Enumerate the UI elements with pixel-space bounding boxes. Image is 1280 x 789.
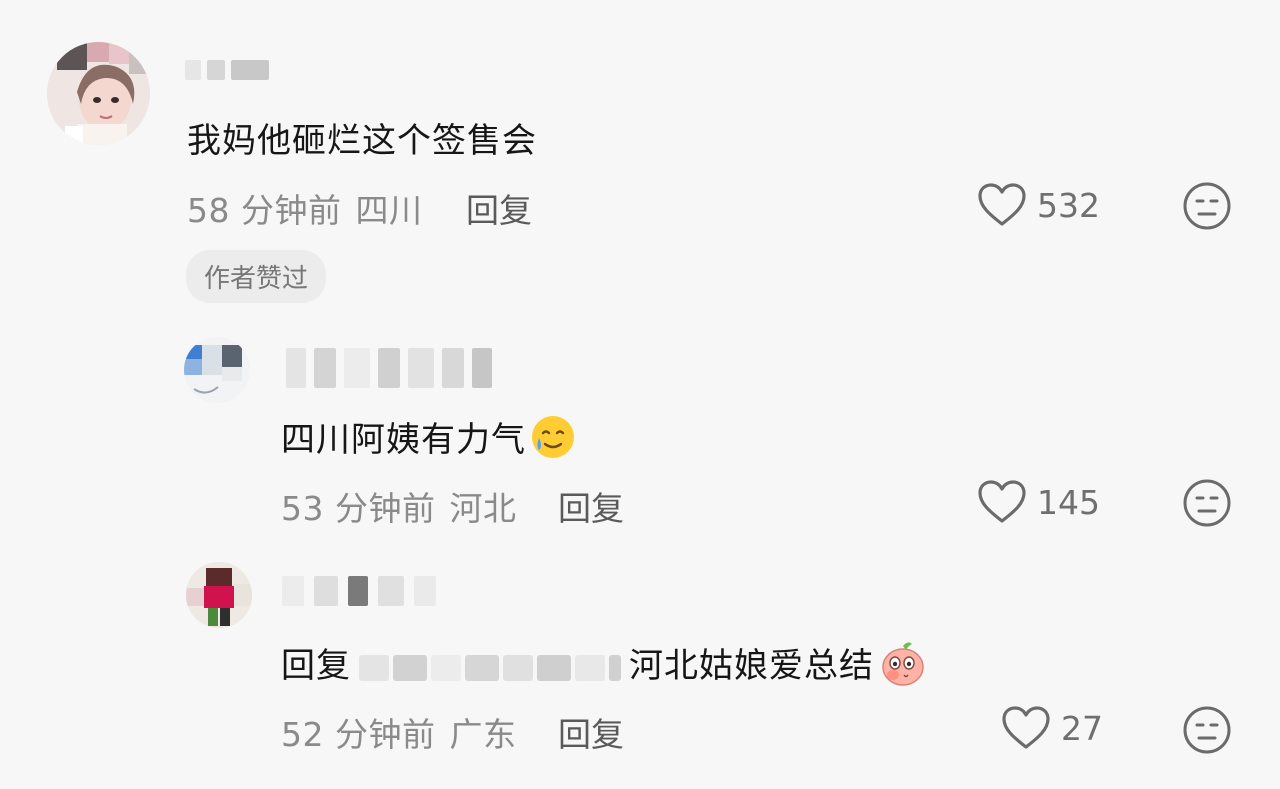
avatar[interactable] bbox=[184, 337, 250, 403]
dislike-button[interactable] bbox=[1182, 478, 1232, 532]
reply-prefix: 回复 bbox=[281, 646, 351, 686]
comment-text: 我妈他砸烂这个签售会 bbox=[187, 121, 537, 161]
reply-button[interactable]: 回复 bbox=[466, 184, 532, 232]
comment-2: 四川阿姨有力气 53 分钟前 河北 回复 145 bbox=[0, 320, 1280, 540]
comment-meta: 52 分钟前 广东 bbox=[281, 708, 516, 756]
username-blurred[interactable] bbox=[286, 348, 492, 388]
neutral-face-icon bbox=[1183, 182, 1231, 230]
like-button[interactable]: 27 bbox=[1001, 705, 1103, 751]
comment-text: 回复 河北姑娘爱总结 bbox=[281, 638, 928, 697]
comment-time: 58 分钟前 bbox=[187, 191, 342, 230]
username-blurred[interactable] bbox=[282, 576, 436, 606]
comment-meta: 58 分钟前 四川 bbox=[187, 184, 422, 232]
crying-smile-emoji-icon bbox=[530, 414, 576, 469]
avatar-image bbox=[47, 42, 150, 145]
avatar-image bbox=[184, 337, 250, 403]
heart-icon bbox=[978, 183, 1026, 226]
mentioned-user-blurred[interactable] bbox=[359, 654, 621, 681]
reply-button[interactable]: 回复 bbox=[558, 482, 624, 530]
dislike-button[interactable] bbox=[1182, 181, 1232, 235]
author-liked-badge: 作者赞过 bbox=[186, 250, 327, 303]
comment-location: 四川 bbox=[355, 191, 423, 230]
comment-text: 四川阿姨有力气 bbox=[281, 412, 576, 469]
heart-icon bbox=[1002, 706, 1050, 749]
comment-section: 我妈他砸烂这个签售会 58 分钟前 四川 回复 532 作者赞过 四川阿姨有力气… bbox=[0, 0, 1280, 789]
avatar-image bbox=[186, 562, 252, 628]
comment-text-content: 河北姑娘爱总结 bbox=[629, 646, 874, 686]
pig-shy-emoji-icon bbox=[878, 638, 928, 697]
comment-3: 回复 河北姑娘爱总结 52 分钟前 广东 回复 27 bbox=[0, 550, 1280, 789]
like-button[interactable]: 532 bbox=[977, 182, 1100, 228]
avatar[interactable] bbox=[186, 562, 252, 628]
comment-location: 广东 bbox=[449, 715, 517, 754]
comment-time: 53 分钟前 bbox=[281, 489, 436, 528]
comment-location: 河北 bbox=[449, 489, 517, 528]
avatar[interactable] bbox=[47, 42, 150, 145]
like-button[interactable]: 145 bbox=[977, 479, 1100, 525]
dislike-button[interactable] bbox=[1182, 705, 1232, 759]
heart-icon bbox=[978, 480, 1026, 523]
comment-time: 52 分钟前 bbox=[281, 715, 436, 754]
comment-1: 我妈他砸烂这个签售会 58 分钟前 四川 回复 532 作者赞过 bbox=[0, 0, 1280, 310]
comment-meta: 53 分钟前 河北 bbox=[281, 482, 516, 530]
neutral-face-icon bbox=[1183, 706, 1231, 754]
like-count: 27 bbox=[1061, 708, 1103, 748]
reply-button[interactable]: 回复 bbox=[558, 708, 624, 756]
neutral-face-icon bbox=[1183, 479, 1231, 527]
like-count: 145 bbox=[1037, 482, 1100, 522]
username-blurred[interactable] bbox=[185, 60, 269, 80]
like-count: 532 bbox=[1037, 185, 1100, 225]
comment-text-content: 四川阿姨有力气 bbox=[281, 420, 526, 460]
